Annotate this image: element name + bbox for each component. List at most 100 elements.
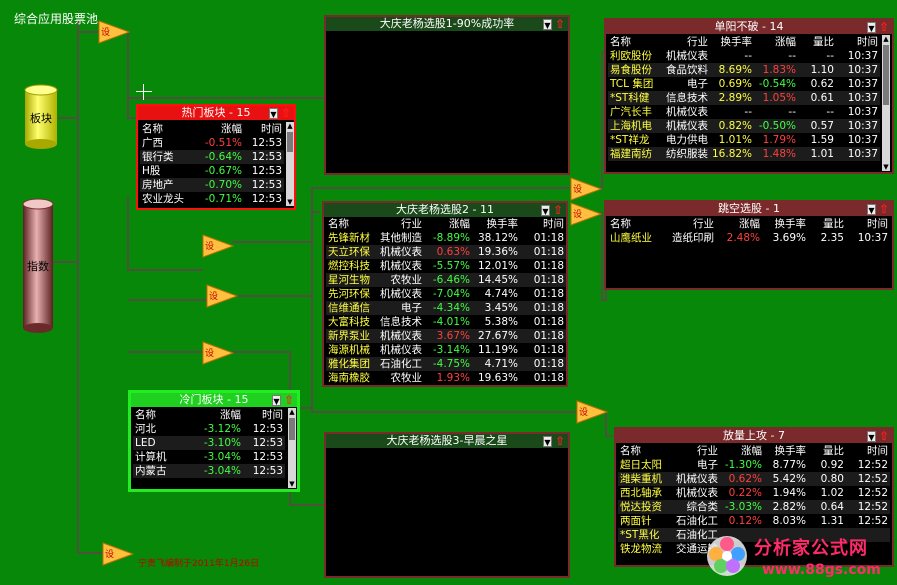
- column-header[interactable]: 涨幅: [200, 122, 244, 136]
- table-row[interactable]: 潍柴重机 机械仪表 0.62% 5.42% 0.80 12:52: [618, 472, 890, 486]
- table-row[interactable]: 内蒙古 -3.04% 12:53: [133, 464, 285, 478]
- vertical-scrollbar[interactable]: ▲ ▼: [882, 35, 890, 171]
- column-header[interactable]: 名称: [608, 217, 664, 231]
- column-header[interactable]: 行业: [662, 35, 710, 49]
- scroll-thumb[interactable]: [287, 132, 293, 152]
- up-arrow-icon[interactable]: ⇧: [281, 107, 291, 119]
- up-arrow-icon[interactable]: ⇧: [555, 435, 565, 447]
- column-header[interactable]: 行业: [664, 217, 716, 231]
- table-row[interactable]: *ST祥龙 电力供电 1.01% 1.79% 1.59 10:37: [608, 133, 880, 147]
- up-arrow-icon[interactable]: ⇧: [879, 21, 889, 33]
- table-row[interactable]: 新界泵业 机械仪表 3.67% 27.67% 01:18: [326, 329, 566, 343]
- table-row[interactable]: H股 -0.67% 12:53: [140, 164, 284, 178]
- scroll-thumb[interactable]: [289, 418, 295, 440]
- filter-node-3[interactable]: 设: [206, 284, 238, 308]
- column-header[interactable]: 名称: [608, 35, 662, 49]
- hot-sectors-panel[interactable]: 热门板块 - 15 ▼ ⇧ 名称 涨幅 时间 广西 -0.51% 12:53 银行类 -…: [136, 104, 296, 210]
- vertical-scrollbar[interactable]: ▲ ▼: [288, 408, 296, 488]
- table-row[interactable]: 上海机电 机械仪表 0.82% -0.50% 0.57 10:37: [608, 119, 880, 133]
- daqing1-title-bar[interactable]: 大庆老杨选股1-90%成功率 ▼ ⇧: [326, 17, 568, 31]
- table-row[interactable]: 先河环保 机械仪表 -7.04% 4.74% 01:18: [326, 287, 566, 301]
- table-row[interactable]: 海南橡胶 农牧业 1.93% 19.63% 01:18: [326, 371, 566, 385]
- danyang-panel[interactable]: 单阳不破 - 14 ▼ ⇧ 名称 行业 换手率 涨幅 量比 时间 利欧股份 机械仪表…: [604, 18, 894, 174]
- up-arrow-icon[interactable]: ⇧: [879, 203, 889, 215]
- volume-up-title-bar[interactable]: 放量上攻 - 7 ▼ ⇧: [616, 429, 892, 443]
- column-header[interactable]: 时间: [244, 122, 284, 136]
- table-row[interactable]: 星河生物 农牧业 -6.46% 14.45% 01:18: [326, 273, 566, 287]
- table-row[interactable]: 房地产 -0.70% 12:53: [140, 178, 284, 192]
- scroll-down-icon[interactable]: ▼: [288, 480, 296, 488]
- column-header[interactable]: 名称: [618, 444, 672, 458]
- column-header[interactable]: 名称: [140, 122, 200, 136]
- table-row[interactable]: 先锋新材 其他制造 -8.89% 38.12% 01:18: [326, 231, 566, 245]
- table-row[interactable]: 利欧股份 机械仪表 -- -- -- 10:37: [608, 49, 880, 63]
- daqing2-title-bar[interactable]: 大庆老杨选股2 - 11 ▼ ⇧: [324, 203, 566, 217]
- filter-node-6[interactable]: 设: [570, 202, 602, 226]
- table-row[interactable]: 天立环保 机械仪表 0.63% 19.36% 01:18: [326, 245, 566, 259]
- dropdown-icon[interactable]: ▼: [269, 107, 278, 119]
- dropdown-icon[interactable]: ▼: [867, 21, 876, 33]
- table-row[interactable]: LED -3.10% 12:53: [133, 436, 285, 450]
- column-header[interactable]: 涨幅: [716, 217, 762, 231]
- filter-node-1[interactable]: 设: [98, 20, 130, 44]
- table-row[interactable]: 广西 -0.51% 12:53: [140, 136, 284, 150]
- column-header[interactable]: 换手率: [762, 217, 808, 231]
- scroll-up-icon[interactable]: ▲: [882, 35, 890, 43]
- dropdown-icon[interactable]: ▼: [867, 430, 876, 442]
- dropdown-icon[interactable]: ▼: [543, 18, 552, 30]
- table-row[interactable]: 银行类 -0.64% 12:53: [140, 150, 284, 164]
- table-row[interactable]: 西北轴承 机械仪表 0.22% 1.94% 1.02 12:52: [618, 486, 890, 500]
- table-row[interactable]: 大富科技 信息技术 -4.01% 5.38% 01:18: [326, 315, 566, 329]
- column-header[interactable]: 时间: [243, 408, 285, 422]
- table-row[interactable]: 农业龙头 -0.71% 12:53: [140, 192, 284, 206]
- column-header[interactable]: 换手率: [764, 444, 808, 458]
- up-arrow-icon[interactable]: ⇧: [553, 204, 563, 216]
- table-row[interactable]: 燃控科技 机械仪表 -5.57% 12.01% 01:18: [326, 259, 566, 273]
- gap-up-title-bar[interactable]: 跳空选股 - 1 ▼ ⇧: [606, 202, 892, 216]
- filter-node-2[interactable]: 设: [202, 234, 234, 258]
- scroll-up-icon[interactable]: ▲: [288, 408, 296, 416]
- column-header[interactable]: 涨幅: [720, 444, 764, 458]
- danyang-title-bar[interactable]: 单阳不破 - 14 ▼ ⇧: [606, 20, 892, 34]
- table-row[interactable]: 海源机械 机械仪表 -3.14% 11.19% 01:18: [326, 343, 566, 357]
- table-row[interactable]: 福建南纺 纺织服装 16.82% 1.48% 1.01 10:37: [608, 147, 880, 161]
- table-row[interactable]: TCL 集团 电子 0.69% -0.54% 0.62 10:37: [608, 77, 880, 91]
- table-row[interactable]: 计算机 -3.04% 12:53: [133, 450, 285, 464]
- filter-node-4[interactable]: 设: [202, 341, 234, 365]
- table-row[interactable]: 广汽长丰 机械仪表 -- -- -- 10:37: [608, 105, 880, 119]
- column-header[interactable]: 名称: [326, 217, 378, 231]
- table-row[interactable]: 超日太阳 电子 -1.30% 8.77% 0.92 12:52: [618, 458, 890, 472]
- column-header[interactable]: 涨幅: [754, 35, 798, 49]
- dropdown-icon[interactable]: ▼: [541, 204, 550, 216]
- column-header[interactable]: 换手率: [710, 35, 754, 49]
- sector-source[interactable]: 板块: [24, 84, 58, 150]
- scroll-down-icon[interactable]: ▼: [882, 163, 890, 171]
- scroll-thumb[interactable]: [883, 45, 889, 105]
- column-header[interactable]: 名称: [133, 408, 195, 422]
- up-arrow-icon[interactable]: ⇧: [555, 18, 565, 30]
- column-header[interactable]: 涨幅: [424, 217, 472, 231]
- dropdown-icon[interactable]: ▼: [543, 435, 552, 447]
- column-header[interactable]: 量比: [808, 444, 846, 458]
- table-row[interactable]: 雅化集团 石油化工 -4.75% 4.71% 01:18: [326, 357, 566, 371]
- column-header[interactable]: 行业: [672, 444, 720, 458]
- vertical-scrollbar[interactable]: ▲ ▼: [286, 122, 294, 206]
- gap-up-panel[interactable]: 跳空选股 - 1 ▼ ⇧ 名称 行业 涨幅 换手率 量比 时间 山鹰纸业 造纸印刷 2…: [604, 200, 894, 290]
- filter-node-7[interactable]: 设: [576, 400, 608, 424]
- up-arrow-icon[interactable]: ⇧: [284, 394, 294, 406]
- column-header[interactable]: 时间: [846, 217, 890, 231]
- column-header[interactable]: 涨幅: [195, 408, 243, 422]
- index-source[interactable]: 指数: [22, 198, 54, 334]
- column-header[interactable]: 行业: [378, 217, 424, 231]
- daqing1-panel[interactable]: 大庆老杨选股1-90%成功率 ▼ ⇧: [324, 15, 570, 175]
- table-row[interactable]: 信维通信 电子 -4.34% 3.45% 01:18: [326, 301, 566, 315]
- hot-sectors-title-bar[interactable]: 热门板块 - 15 ▼ ⇧: [138, 106, 294, 120]
- filter-node-5[interactable]: 设: [570, 177, 602, 201]
- cold-sectors-panel[interactable]: 冷门板块 - 15 ▼ ⇧ 名称 涨幅 时间 河北 -3.12% 12:53 LED -…: [128, 390, 300, 492]
- table-row[interactable]: 两面针 石油化工 0.12% 8.03% 1.31 12:52: [618, 514, 890, 528]
- cold-sectors-title-bar[interactable]: 冷门板块 - 15 ▼ ⇧: [131, 393, 297, 407]
- column-header[interactable]: 量比: [808, 217, 846, 231]
- dropdown-icon[interactable]: ▼: [867, 203, 876, 215]
- table-row[interactable]: 河北 -3.12% 12:53: [133, 422, 285, 436]
- column-header[interactable]: 时间: [836, 35, 880, 49]
